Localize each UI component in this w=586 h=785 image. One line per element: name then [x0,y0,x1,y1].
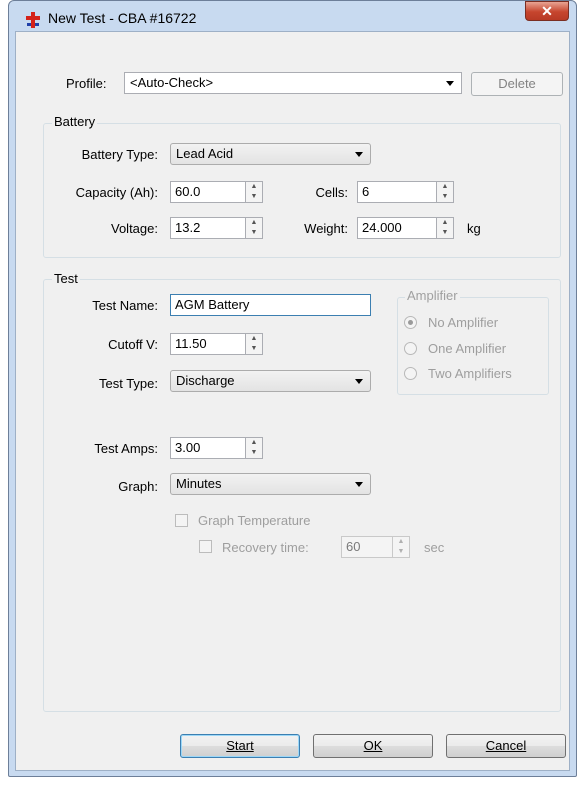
start-button-label: Start [226,738,254,753]
test-name-label: Test Name: [92,298,158,313]
cancel-button-label: Cancel [485,738,527,753]
spin-down-icon[interactable]: ▼ [437,228,453,238]
weight-unit: kg [467,221,481,236]
chevron-down-icon [355,379,363,384]
capacity-spinner[interactable]: ▲ ▼ [246,181,263,203]
radio-label-two-amplifiers: Two Amplifiers [428,366,512,381]
chevron-down-icon [446,81,454,86]
battery-group-title: Battery [52,114,98,129]
ok-button-label: OK [363,738,383,753]
spin-up-icon[interactable]: ▲ [246,334,262,344]
radio-one-amplifier[interactable] [404,342,417,355]
recovery-time-checkbox[interactable] [199,540,212,553]
start-button[interactable]: Start [180,734,300,758]
spin-down-icon[interactable]: ▼ [246,228,262,238]
cells-label: Cells: [315,185,348,200]
cells-spinner[interactable]: ▲ ▼ [437,181,454,203]
red-cross-icon [26,12,40,28]
cells-input[interactable]: 6 [357,181,437,203]
capacity-input[interactable]: 60.0 [170,181,246,203]
weight-spinner[interactable]: ▲ ▼ [437,217,454,239]
spin-down-icon[interactable]: ▼ [393,547,409,557]
spin-down-icon[interactable]: ▼ [437,192,453,202]
cutoff-label: Cutoff V: [108,337,158,352]
chevron-down-icon [355,482,363,487]
spin-up-icon[interactable]: ▲ [246,182,262,192]
test-type-value: Discharge [176,373,235,388]
radio-label-no-amplifier: No Amplifier [428,315,499,330]
test-group-title: Test [52,271,80,286]
spin-up-icon[interactable]: ▲ [246,218,262,228]
chevron-down-icon [355,152,363,157]
voltage-spinner[interactable]: ▲ ▼ [246,217,263,239]
test-amps-spinner[interactable]: ▲ ▼ [246,437,263,459]
profile-value: <Auto-Check> [130,75,214,90]
close-icon: ✕ [541,3,553,19]
radio-no-amplifier[interactable] [404,316,417,329]
graph-select[interactable]: Minutes [170,473,371,495]
profile-label: Profile: [66,76,107,91]
spin-up-icon[interactable]: ▲ [437,182,453,192]
graph-temperature-checkbox[interactable] [175,514,188,527]
cancel-button[interactable]: Cancel [446,734,566,758]
test-type-label: Test Type: [98,376,158,391]
capacity-label: Capacity (Ah): [75,185,158,200]
test-amps-input[interactable]: 3.00 [170,437,246,459]
amplifier-group-title: Amplifier [405,288,460,303]
battery-type-select[interactable]: Lead Acid [170,143,371,165]
battery-type-label: Battery Type: [81,147,158,162]
recovery-time-unit: sec [424,540,445,555]
weight-label: Weight: [304,221,348,236]
battery-type-value: Lead Acid [176,146,234,161]
test-amps-label: Test Amps: [94,441,158,456]
graph-label: Graph: [118,479,158,494]
spin-up-icon[interactable]: ▲ [437,218,453,228]
spin-down-icon[interactable]: ▼ [246,192,262,202]
spin-up-icon[interactable]: ▲ [246,438,262,448]
cutoff-spinner[interactable]: ▲ ▼ [246,333,263,355]
radio-two-amplifiers[interactable] [404,367,417,380]
ok-button[interactable]: OK [313,734,433,758]
spin-down-icon[interactable]: ▼ [246,344,262,354]
radio-label-one-amplifier: One Amplifier [428,341,507,356]
window-title: New Test - CBA #16722 [48,10,197,26]
cutoff-input[interactable]: 11.50 [170,333,246,355]
profile-select[interactable]: <Auto-Check> [124,72,462,94]
spin-down-icon[interactable]: ▼ [246,448,262,458]
test-name-input[interactable]: AGM Battery [170,294,371,316]
weight-input[interactable]: 24.000 [357,217,437,239]
close-button[interactable]: ✕ [525,1,569,21]
delete-button[interactable]: Delete [471,72,563,96]
graph-value: Minutes [176,476,222,491]
test-type-select[interactable]: Discharge [170,370,371,392]
graph-temperature-label: Graph Temperature [198,513,311,528]
voltage-label: Voltage: [111,221,158,236]
recovery-time-label: Recovery time: [222,540,309,555]
recovery-time-input[interactable]: 60 [341,536,393,558]
spin-up-icon[interactable]: ▲ [393,537,409,547]
voltage-input[interactable]: 13.2 [170,217,246,239]
recovery-time-spinner[interactable]: ▲ ▼ [393,536,410,558]
